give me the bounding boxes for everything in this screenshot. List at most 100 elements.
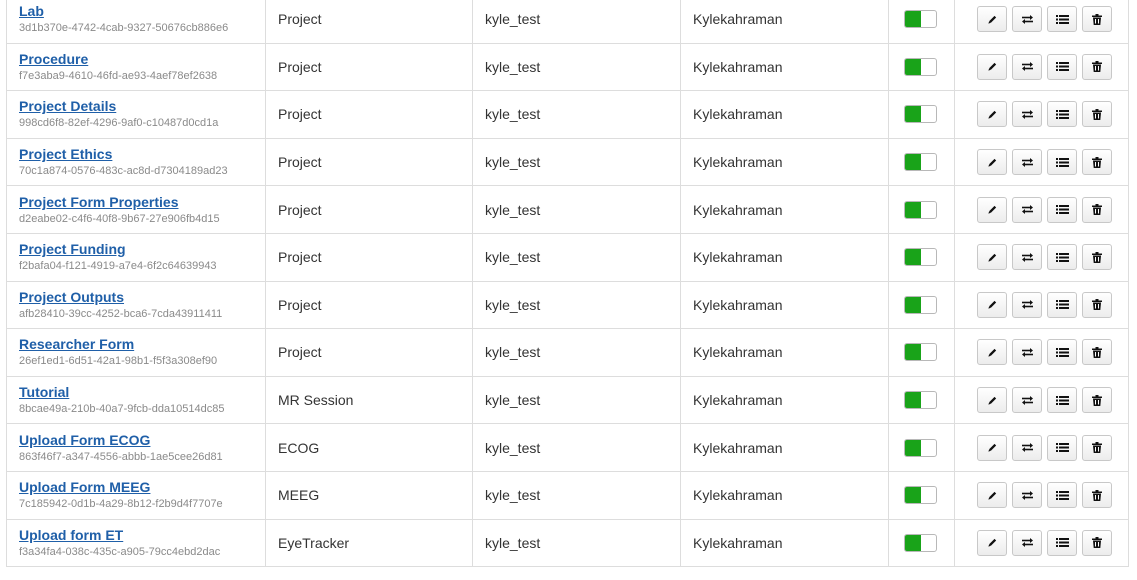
delete-button[interactable] xyxy=(1082,149,1112,176)
project-name: kyle_test xyxy=(485,439,541,456)
enabled-toggle[interactable] xyxy=(904,105,937,124)
edit-button[interactable] xyxy=(977,387,1007,414)
enabled-toggle[interactable] xyxy=(904,10,937,29)
owner-name: Kylekahraman xyxy=(693,11,783,28)
list-button[interactable] xyxy=(1047,434,1077,461)
form-id: d2eabe02-c4f6-40f8-9b67-27e906fb4d15 xyxy=(19,212,220,225)
form-name-link[interactable]: Project Form Properties xyxy=(19,194,265,210)
edit-button[interactable] xyxy=(977,244,1007,271)
list-icon xyxy=(1055,109,1069,120)
list-button[interactable] xyxy=(1047,529,1077,556)
delete-button[interactable] xyxy=(1082,196,1112,223)
transfer-button[interactable] xyxy=(1012,244,1042,271)
transfer-button[interactable] xyxy=(1012,101,1042,128)
transfer-button[interactable] xyxy=(1012,53,1042,80)
edit-button[interactable] xyxy=(977,196,1007,223)
edit-button[interactable] xyxy=(977,529,1007,556)
project-name: kyle_test xyxy=(485,487,541,504)
owner-name: Kylekahraman xyxy=(693,106,783,123)
list-button[interactable] xyxy=(1047,6,1077,33)
delete-button[interactable] xyxy=(1082,339,1112,366)
edit-button[interactable] xyxy=(977,53,1007,80)
form-name-cell: Project Funding f2bafa04-f121-4919-a7e4-… xyxy=(7,233,266,281)
enabled-toggle[interactable] xyxy=(904,248,937,267)
delete-button[interactable] xyxy=(1082,387,1112,414)
form-name-link[interactable]: Upload Form MEEG xyxy=(19,479,265,495)
enabled-cell xyxy=(889,281,955,329)
transfer-button[interactable] xyxy=(1012,482,1042,509)
swap-arrows-icon xyxy=(1021,109,1034,120)
form-id: f3a34fa4-038c-435c-a905-79cc4ebd2dac xyxy=(19,545,221,558)
edit-button[interactable] xyxy=(977,434,1007,461)
enabled-toggle[interactable] xyxy=(904,391,937,410)
delete-button[interactable] xyxy=(1082,53,1112,80)
enabled-toggle[interactable] xyxy=(904,533,937,552)
delete-button[interactable] xyxy=(1082,244,1112,271)
list-button[interactable] xyxy=(1047,339,1077,366)
delete-button[interactable] xyxy=(1082,101,1112,128)
project-name: kyle_test xyxy=(485,58,541,75)
enabled-cell xyxy=(889,471,955,519)
table-row: Researcher Form 26ef1ed1-6d51-42a1-98b1-… xyxy=(7,329,1128,377)
edit-button[interactable] xyxy=(977,482,1007,509)
form-name-link[interactable]: Tutorial xyxy=(19,384,265,400)
delete-button[interactable] xyxy=(1082,434,1112,461)
list-button[interactable] xyxy=(1047,244,1077,271)
enabled-toggle[interactable] xyxy=(904,438,937,457)
form-name-link[interactable]: Upload Form ECOG xyxy=(19,432,265,448)
trash-icon xyxy=(1092,108,1102,120)
delete-button[interactable] xyxy=(1082,482,1112,509)
edit-button[interactable] xyxy=(977,6,1007,33)
form-name-link[interactable]: Project Details xyxy=(19,98,265,114)
project-name: kyle_test xyxy=(485,11,541,28)
form-name-cell: Project Form Properties d2eabe02-c4f6-40… xyxy=(7,186,266,233)
form-name-link[interactable]: Project Outputs xyxy=(19,289,265,305)
form-name-link[interactable]: Upload form ET xyxy=(19,527,265,543)
list-button[interactable] xyxy=(1047,53,1077,80)
project-name: kyle_test xyxy=(485,534,541,551)
edit-button[interactable] xyxy=(977,291,1007,318)
form-name-link[interactable]: Project Funding xyxy=(19,241,265,257)
toggle-on-indicator xyxy=(905,201,921,218)
owner-cell: Kylekahraman xyxy=(681,281,889,329)
enabled-toggle[interactable] xyxy=(904,57,937,76)
enabled-toggle[interactable] xyxy=(904,295,937,314)
edit-button[interactable] xyxy=(977,339,1007,366)
list-button[interactable] xyxy=(1047,101,1077,128)
list-button[interactable] xyxy=(1047,149,1077,176)
edit-button[interactable] xyxy=(977,101,1007,128)
project-cell: kyle_test xyxy=(473,519,681,567)
enabled-toggle[interactable] xyxy=(904,343,937,362)
form-name-link[interactable]: Lab xyxy=(19,3,265,19)
transfer-button[interactable] xyxy=(1012,339,1042,366)
transfer-button[interactable] xyxy=(1012,291,1042,318)
form-name-link[interactable]: Procedure xyxy=(19,51,265,67)
enabled-toggle[interactable] xyxy=(904,200,937,219)
project-cell: kyle_test xyxy=(473,0,681,43)
owner-cell: Kylekahraman xyxy=(681,138,889,186)
transfer-button[interactable] xyxy=(1012,196,1042,223)
enabled-toggle[interactable] xyxy=(904,486,937,505)
transfer-button[interactable] xyxy=(1012,387,1042,414)
list-button[interactable] xyxy=(1047,482,1077,509)
list-button[interactable] xyxy=(1047,196,1077,223)
list-button[interactable] xyxy=(1047,291,1077,318)
delete-button[interactable] xyxy=(1082,291,1112,318)
project-cell: kyle_test xyxy=(473,233,681,281)
enabled-toggle[interactable] xyxy=(904,153,937,172)
delete-button[interactable] xyxy=(1082,6,1112,33)
edit-button[interactable] xyxy=(977,149,1007,176)
form-type-cell: Project xyxy=(266,0,473,43)
transfer-button[interactable] xyxy=(1012,434,1042,461)
transfer-button[interactable] xyxy=(1012,6,1042,33)
form-name-link[interactable]: Project Ethics xyxy=(19,146,265,162)
delete-button[interactable] xyxy=(1082,529,1112,556)
swap-arrows-icon xyxy=(1021,442,1034,453)
project-cell: kyle_test xyxy=(473,471,681,519)
list-icon xyxy=(1055,395,1069,406)
owner-name: Kylekahraman xyxy=(693,154,783,171)
transfer-button[interactable] xyxy=(1012,149,1042,176)
form-name-link[interactable]: Researcher Form xyxy=(19,336,265,352)
transfer-button[interactable] xyxy=(1012,529,1042,556)
list-button[interactable] xyxy=(1047,387,1077,414)
